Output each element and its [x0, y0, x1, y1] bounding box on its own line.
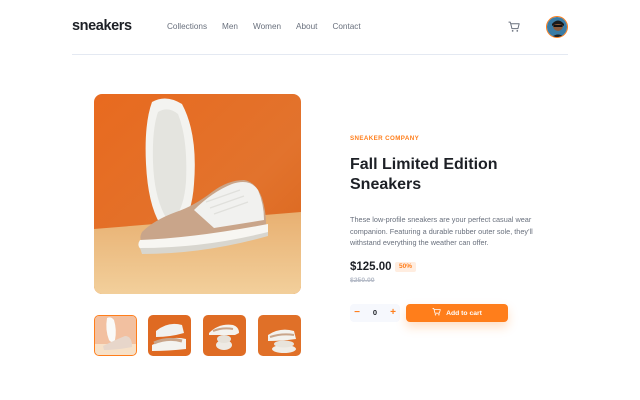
discount-badge: 50%	[395, 262, 417, 272]
quantity-stepper: − 0 +	[350, 304, 400, 322]
nav-women[interactable]: Women	[253, 22, 281, 31]
thumbnail-4[interactable]	[258, 315, 301, 356]
add-to-cart-button[interactable]: Add to cart	[406, 304, 508, 322]
thumbnail-2[interactable]	[148, 315, 191, 356]
product-title: Fall Limited Edition Sneakers	[350, 156, 498, 193]
main-nav: Collections Men Women About Contact	[167, 22, 376, 31]
nav-men[interactable]: Men	[222, 22, 238, 31]
logo[interactable]: sneakers	[72, 18, 132, 34]
thumbnail-3[interactable]	[203, 315, 246, 356]
company-label: SNEAKER COMPANY	[350, 135, 420, 142]
original-price: $250.00	[350, 277, 375, 284]
product-description: These low-profile sneakers are your perf…	[350, 215, 533, 248]
site-header: sneakers Collections Men Women About Con…	[72, 0, 568, 55]
increase-quantity-button[interactable]: +	[386, 304, 400, 322]
main-product-image[interactable]	[94, 94, 301, 294]
thumbnail-1[interactable]	[94, 315, 137, 356]
cart-icon	[432, 308, 441, 318]
add-to-cart-label: Add to cart	[446, 309, 482, 317]
user-avatar[interactable]	[546, 16, 568, 38]
current-price: $125.00	[350, 261, 392, 273]
nav-contact[interactable]: Contact	[332, 22, 360, 31]
nav-collections[interactable]: Collections	[167, 22, 207, 31]
decrease-quantity-button[interactable]: −	[350, 304, 364, 322]
nav-about[interactable]: About	[296, 22, 317, 31]
quantity-value: 0	[372, 308, 378, 317]
cart-icon[interactable]	[508, 20, 520, 32]
